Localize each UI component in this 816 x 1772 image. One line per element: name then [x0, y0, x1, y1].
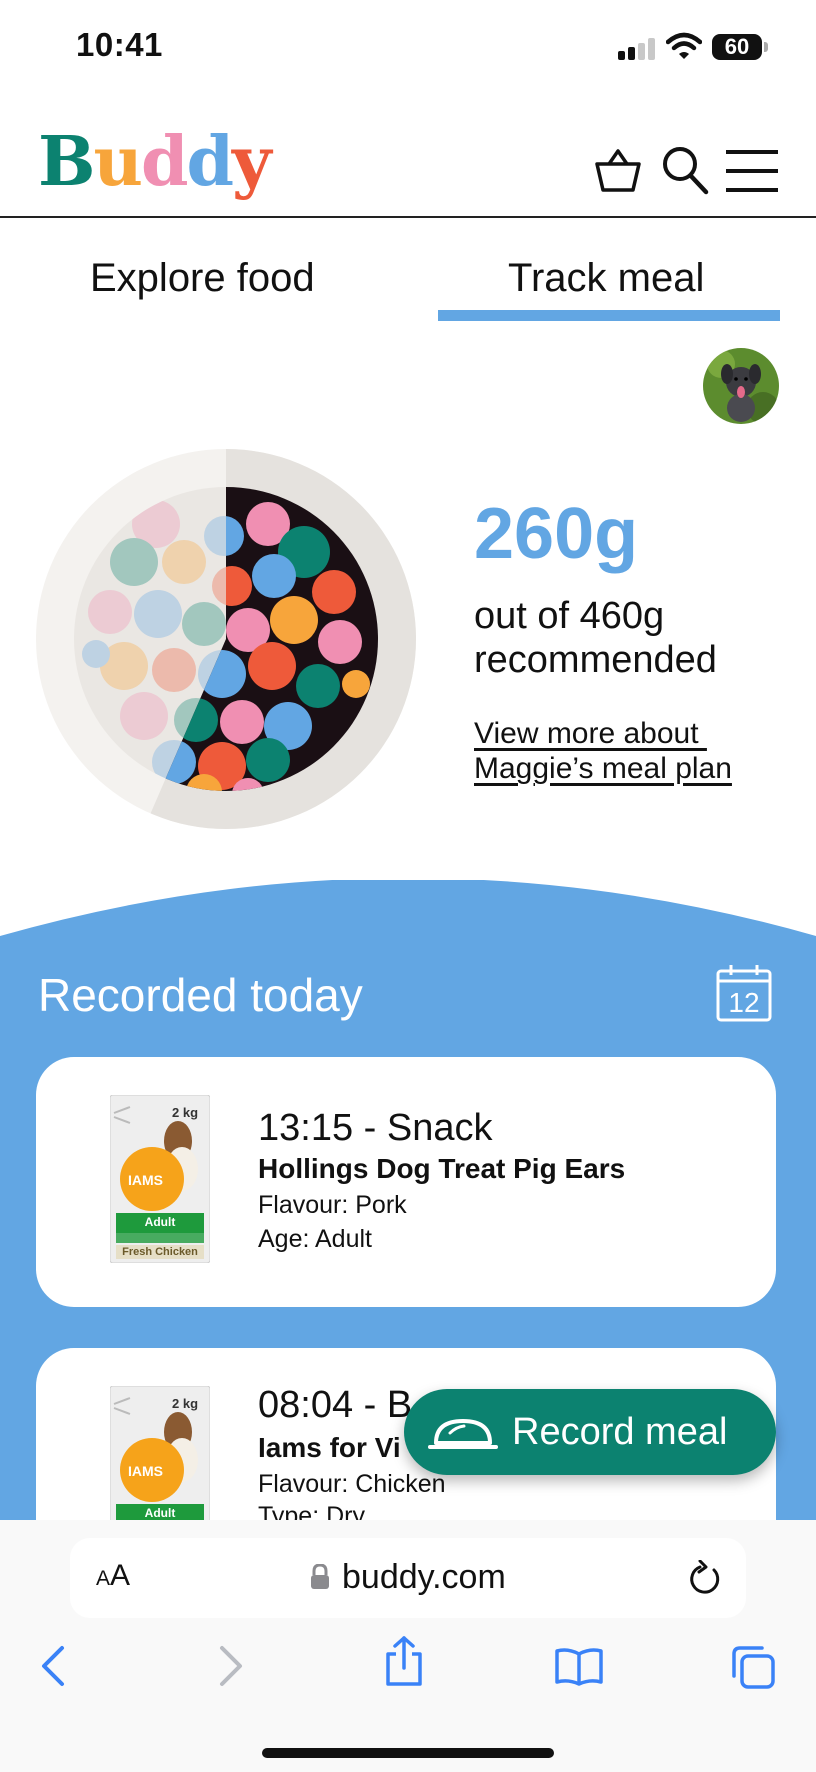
meal-entry-flavour: Flavour: Chicken: [258, 1470, 446, 1498]
tab-explore-food[interactable]: Explore food: [90, 256, 315, 301]
meal-entry-title: 08:04 - B: [258, 1384, 413, 1426]
pack-weight: 2 kg: [172, 1396, 199, 1411]
menu-icon[interactable]: [724, 148, 780, 194]
wifi-icon: [666, 32, 702, 59]
lock-icon: [311, 1564, 329, 1589]
meal-entry-title: 13:15 - Snack: [258, 1107, 493, 1149]
meal-plan-link-line1: View more about: [474, 717, 707, 750]
bookmarks-icon[interactable]: [554, 1646, 604, 1686]
aa-large: A: [110, 1559, 131, 1592]
pack-brand: IAMS: [128, 1463, 163, 1479]
reload-icon[interactable]: [688, 1560, 722, 1596]
aa-small: A: [96, 1567, 111, 1590]
tab-track-meal[interactable]: Track meal: [508, 256, 704, 301]
logo-letter: B: [38, 122, 96, 202]
logo-letter: y: [232, 122, 271, 202]
meal-plan-link[interactable]: View more about Maggie’s meal plan: [474, 716, 732, 787]
meal-entry-flavour: Flavour: Pork: [258, 1191, 407, 1219]
search-icon[interactable]: [660, 144, 710, 196]
pack-weight: 2 kg: [172, 1105, 199, 1120]
calendar-button[interactable]: 12: [716, 964, 772, 1022]
status-time: 10:41: [76, 26, 163, 63]
back-icon[interactable]: [38, 1644, 68, 1688]
header-divider: [0, 216, 816, 218]
record-meal-label: Record meal: [512, 1411, 728, 1453]
pack-flavor: Fresh Chicken: [122, 1246, 198, 1258]
calendar-day: 12: [728, 987, 760, 1018]
forward-icon[interactable]: [216, 1644, 246, 1688]
meal-progress-bowl: [36, 449, 416, 829]
share-icon[interactable]: [382, 1636, 426, 1688]
meal-entry-product: Iams for Vi: [258, 1432, 401, 1463]
recorded-today-heading: Recorded today: [38, 969, 363, 1021]
active-tab-indicator: [438, 310, 780, 321]
battery-tip: [764, 42, 768, 52]
record-meal-button[interactable]: Record meal: [404, 1389, 776, 1475]
url-text[interactable]: buddy.com: [342, 1558, 506, 1597]
buddy-logo[interactable]: Buddy: [38, 128, 272, 196]
meal-entry-card[interactable]: 2 kg IAMS Adult Fresh Chicken 13:15 - Sn…: [36, 1057, 776, 1307]
meal-entry-product: Hollings Dog Treat Pig Ears: [258, 1153, 626, 1184]
tabs-icon[interactable]: [730, 1644, 776, 1690]
battery-indicator: 60: [712, 34, 762, 60]
meal-plan-link-line2: Maggie’s meal plan: [474, 752, 732, 786]
reader-aa-button[interactable]: AA: [96, 1559, 130, 1593]
food-bowl-icon: [428, 1419, 498, 1449]
cellular-signal-icon: [618, 38, 658, 60]
pack-brand: IAMS: [128, 1172, 163, 1188]
meal-recommended-label: recommended: [474, 639, 717, 681]
basket-icon[interactable]: [594, 146, 642, 194]
pack-stage: Adult: [144, 1215, 176, 1229]
home-indicator: [262, 1748, 554, 1758]
food-pack-image: 2 kg IAMS Adult Fresh Chicken: [110, 1095, 210, 1263]
meal-entry-age: Age: Adult: [258, 1225, 372, 1253]
dog-avatar[interactable]: [703, 348, 779, 424]
logo-letter: u: [93, 122, 142, 202]
meal-recommended-line: out of 460g: [474, 595, 665, 637]
logo-letter: d: [140, 122, 189, 202]
logo-letter: d: [186, 122, 234, 202]
pack-stage: Adult: [144, 1506, 176, 1520]
meal-amount: 260g: [474, 494, 639, 574]
